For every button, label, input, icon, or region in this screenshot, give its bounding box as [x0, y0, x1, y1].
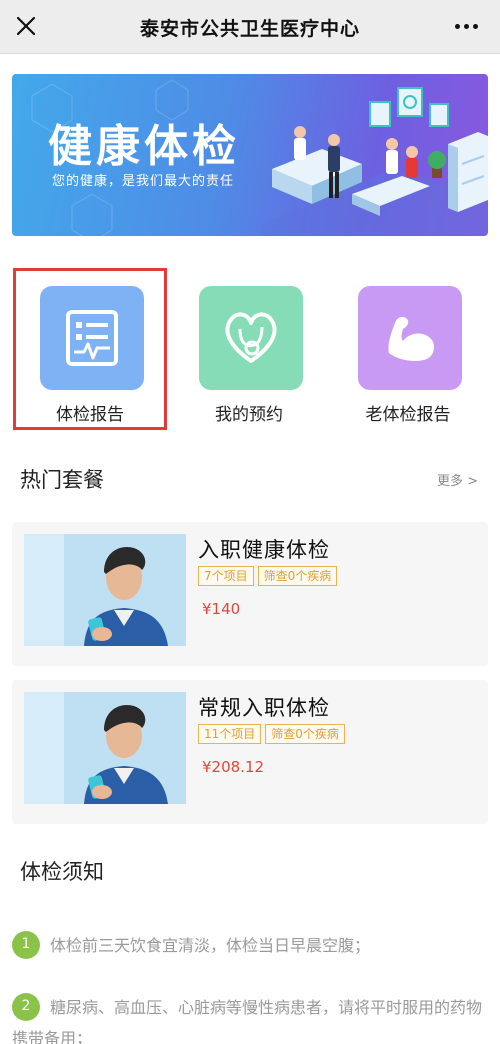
heart-stethoscope-icon: [225, 312, 277, 363]
banner-title: 健康体检: [48, 121, 240, 172]
selected-action-highlight: [13, 268, 167, 430]
package-photo: [24, 534, 186, 646]
muscle-arm-icon: [388, 316, 435, 361]
banner-subtitle: 您的健康，是我们最大的责任: [52, 174, 235, 189]
more-dot: [472, 23, 478, 29]
exam-notice-title: 体检须知: [20, 860, 104, 884]
more-packages-link[interactable]: 更多 >: [437, 470, 478, 489]
more-horizontal-icon: [454, 23, 460, 29]
clinic-illustration: [262, 87, 488, 236]
top-navigation-bar: 泰安市公共卫生医疗中心: [0, 0, 500, 54]
notice-text: 体检前三天饮食宜清淡，体检当日早晨空腹；: [50, 936, 371, 955]
page-title: 泰安市公共卫生医疗中心: [139, 18, 360, 40]
action-label: 我的预约: [215, 405, 283, 425]
package-photo: [24, 692, 186, 804]
package-price: ¥208.12: [202, 758, 265, 776]
package-tags: 7个项目 筛查0个疾病: [198, 566, 338, 586]
package-card[interactable]: 入职健康体检 7个项目 筛查0个疾病 ¥140: [12, 522, 488, 666]
notice-text: 糖尿病、高血压、心脏病等慢性病患者，请将平时服用的药物携带备用；: [12, 998, 483, 1044]
package-name: 入职健康体检: [198, 538, 330, 562]
close-button[interactable]: [8, 8, 44, 44]
action-label: 老体检报告: [365, 405, 451, 425]
notice-number-badge: 2: [12, 992, 40, 1021]
health-checkup-banner[interactable]: 健康体检 您的健康，是我们最大的责任: [12, 74, 488, 236]
package-tag: 筛查0个疾病: [257, 566, 338, 586]
package-card[interactable]: 常规入职体检 11个项目 筛查0个疾病 ¥208.12: [12, 680, 488, 824]
close-icon: [16, 16, 36, 36]
package-tags: 11个项目 筛查0个疾病: [198, 724, 345, 744]
notice-item: 2 糖尿病、高血压、心脏病等慢性病患者，请将平时服用的药物携带备用；: [12, 992, 492, 1044]
hot-packages-title: 热门套餐: [20, 468, 104, 492]
notice-item: 1 体检前三天饮食宜清淡，体检当日早晨空腹；: [12, 930, 492, 961]
my-appointment-tile: [199, 286, 303, 390]
package-tag: 7个项目: [198, 566, 254, 586]
package-tag: 筛查0个疾病: [265, 724, 345, 744]
package-name: 常规入职体检: [198, 696, 330, 720]
package-tag: 11个项目: [198, 724, 262, 744]
smiling-man-photo: [24, 692, 186, 804]
old-exam-report-tile: [358, 286, 462, 390]
action-old-exam-report[interactable]: 老体检报告: [332, 270, 484, 430]
more-options-button[interactable]: [448, 12, 484, 40]
notice-number-badge: 1: [12, 930, 40, 959]
smiling-man-photo: [24, 534, 186, 646]
package-price: ¥140: [202, 600, 241, 618]
more-dot: [463, 23, 469, 29]
action-my-appointment[interactable]: 我的预约: [173, 270, 325, 430]
